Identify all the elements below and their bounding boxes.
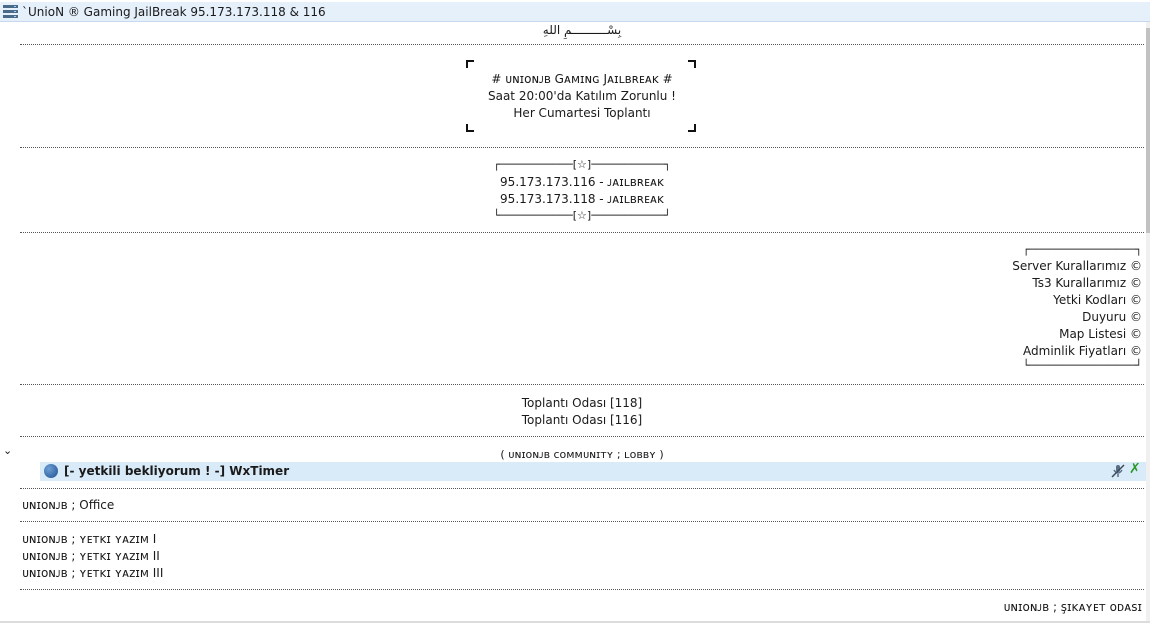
separator bbox=[20, 44, 1144, 45]
channel-line[interactable]: Saat 20:00'da Katılım Zorunlu ! bbox=[20, 88, 1144, 105]
bracket-corner bbox=[466, 60, 474, 68]
channel-server-rules[interactable]: Server Kurallarımız © bbox=[1012, 258, 1142, 275]
channel-rules-bottom[interactable]: └────────────────┘ bbox=[1023, 357, 1142, 374]
channel-lobby[interactable]: ( ᴜɴɪᴏɴᴊʙ ᴄᴏᴍᴍᴜɴɪᴛʏ ; ʟᴏʙʙʏ ) bbox=[20, 446, 1144, 463]
channel-map-listesi[interactable]: Map Listesi © bbox=[1059, 326, 1142, 343]
channel-bismillah[interactable]: بِسْــــــــــمِ اللهِ bbox=[20, 22, 1144, 39]
separator bbox=[20, 521, 1144, 522]
channel-line[interactable]: # ᴜɴɪᴏɴᴊʙ Gᴀᴍɪɴɢ Jᴀɪʟʙʀᴇᴀᴋ # bbox=[20, 71, 1144, 88]
close-x-icon: ✗ bbox=[1129, 461, 1141, 477]
server-icon bbox=[3, 5, 18, 18]
channel-ts3-rules[interactable]: Ts3 Kurallarımız © bbox=[1032, 275, 1142, 292]
client-status-icon bbox=[44, 464, 58, 478]
separator bbox=[20, 488, 1144, 489]
microphone-muted-icon bbox=[1111, 464, 1125, 478]
server-title: `UnioN ® Gaming JailBreak 95.173.173.118… bbox=[22, 5, 326, 19]
separator bbox=[20, 384, 1144, 385]
channel-ip-118[interactable]: 95.173.173.118 - ᴊᴀɪʟʙʀᴇᴀᴋ bbox=[20, 191, 1144, 208]
separator bbox=[20, 436, 1144, 437]
channel-meeting-116[interactable]: Toplantı Odası [116] bbox=[20, 412, 1144, 429]
channel-rules-top[interactable]: ┌────────────────┐ bbox=[1023, 241, 1142, 258]
separator bbox=[20, 147, 1144, 148]
channel-ip-116[interactable]: 95.173.173.116 - ᴊᴀɪʟʙʀᴇᴀᴋ bbox=[20, 174, 1144, 191]
bracket-corner bbox=[688, 60, 696, 68]
server-row[interactable]: `UnioN ® Gaming JailBreak 95.173.173.118… bbox=[0, 2, 1150, 22]
channel-star-bottom[interactable]: └───────────[☆]───────────┘ bbox=[20, 207, 1144, 224]
channel-line[interactable]: Her Cumartesi Toplantı bbox=[20, 105, 1144, 122]
channel-yetki-2[interactable]: ᴜɴɪᴏɴᴊʙ ; ʏᴇᴛᴋɪ ʏᴀᴢɪᴍ II bbox=[22, 548, 160, 565]
client-name: [- yetkili bekliyorum ! -] WxTimer bbox=[64, 464, 290, 478]
client-row[interactable]: [- yetkili bekliyorum ! -] WxTimer bbox=[40, 462, 1146, 481]
bracket-corner bbox=[466, 124, 474, 132]
channel-yetki-1[interactable]: ᴜɴɪᴏɴᴊʙ ; ʏᴇᴛᴋɪ ʏᴀᴢɪᴍ I bbox=[22, 531, 156, 548]
channel-yetki-3[interactable]: ᴜɴɪᴏɴᴊʙ ; ʏᴇᴛᴋɪ ʏᴀᴢɪᴍ III bbox=[22, 565, 163, 582]
scrollbar-thumb[interactable] bbox=[1146, 28, 1150, 233]
separator bbox=[20, 232, 1144, 233]
channel-duyuru[interactable]: Duyuru © bbox=[1082, 309, 1142, 326]
channel-star-top[interactable]: ┌───────────[☆]───────────┐ bbox=[20, 156, 1144, 173]
channel-meeting-118[interactable]: Toplantı Odası [118] bbox=[20, 395, 1144, 412]
chevron-down-icon[interactable]: ⌄ bbox=[3, 444, 12, 457]
channel-yetki-kodlari[interactable]: Yetki Kodları © bbox=[1053, 292, 1142, 309]
channel-sikayet[interactable]: ᴜɴɪᴏɴᴊʙ ; şɪᴋᴀʏᴇᴛ ᴏᴅᴀsɪ bbox=[1004, 599, 1142, 616]
separator bbox=[20, 589, 1144, 590]
channel-office[interactable]: ᴜɴɪᴏɴᴊʙ ; Office bbox=[22, 497, 114, 514]
bracket-corner bbox=[688, 124, 696, 132]
